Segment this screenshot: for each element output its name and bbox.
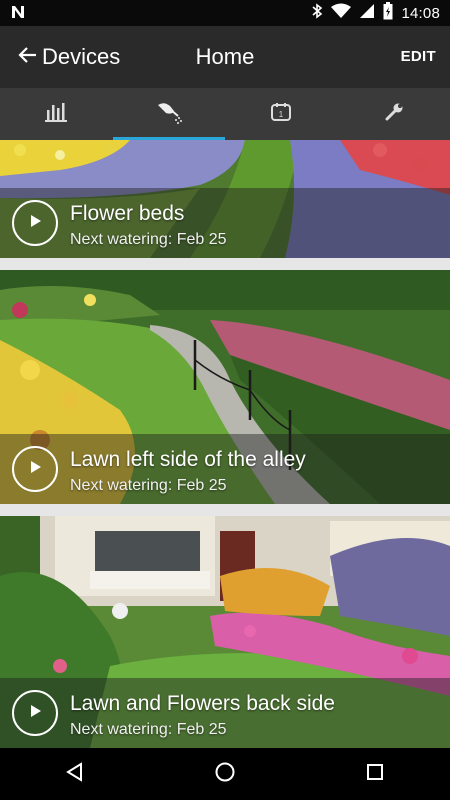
play-button[interactable]: [12, 200, 58, 246]
watering-can-icon: [154, 99, 184, 130]
arrow-left-icon: [18, 45, 38, 70]
zone-name: Lawn and Flowers back side: [70, 692, 335, 715]
bar-chart-icon: [44, 101, 68, 128]
signal-icon: [359, 3, 375, 24]
nav-recents-button[interactable]: [345, 748, 405, 800]
calendar-icon: 1: [270, 101, 292, 128]
nav-home-button[interactable]: [195, 748, 255, 800]
battery-icon: [383, 1, 393, 25]
zone-card-flower-beds[interactable]: Flower beds Next watering: Feb 25: [0, 140, 450, 258]
zone-card-lawn-left-alley[interactable]: Lawn left side of the alley Next waterin…: [0, 270, 450, 504]
system-nav-bar: [0, 748, 450, 800]
play-button[interactable]: [12, 690, 58, 736]
zone-name: Flower beds: [70, 202, 185, 225]
svg-text:1: 1: [279, 110, 284, 119]
recents-square-icon: [365, 762, 385, 787]
play-icon: [27, 703, 43, 724]
back-label: Devices: [42, 44, 121, 69]
next-watering: Next watering: Feb 25: [70, 477, 227, 494]
play-icon: [27, 213, 43, 234]
next-watering: Next watering: Feb 25: [70, 231, 227, 248]
wifi-icon: [331, 3, 352, 24]
zone-list: Flower beds Next watering: Feb 25 Lawn l…: [0, 140, 450, 748]
status-bar: 14:08: [0, 0, 450, 26]
tab-settings[interactable]: [338, 88, 450, 140]
zone-card-lawn-flowers-back[interactable]: Lawn and Flowers back side Next watering…: [0, 516, 450, 748]
zone-name: Lawn left side of the alley: [70, 448, 306, 471]
play-icon: [27, 459, 43, 480]
bluetooth-icon: [311, 2, 323, 24]
home-circle-icon: [214, 761, 236, 788]
back-to-devices-button[interactable]: Devices: [18, 26, 120, 88]
play-button[interactable]: [12, 446, 58, 492]
back-triangle-icon: [65, 761, 85, 787]
tab-schedule[interactable]: 1: [225, 88, 338, 140]
tab-watering[interactable]: [112, 88, 226, 140]
tab-statistics[interactable]: [0, 88, 113, 140]
wrench-icon: [383, 101, 405, 128]
edit-button[interactable]: EDIT: [401, 26, 436, 88]
status-time: 14:08: [401, 4, 440, 22]
app-bar: Devices Home EDIT: [0, 26, 450, 88]
next-watering: Next watering: Feb 25: [70, 721, 227, 738]
n-logo-icon: [10, 4, 26, 25]
tab-bar: 1: [0, 88, 450, 140]
nav-back-button[interactable]: [45, 748, 105, 800]
